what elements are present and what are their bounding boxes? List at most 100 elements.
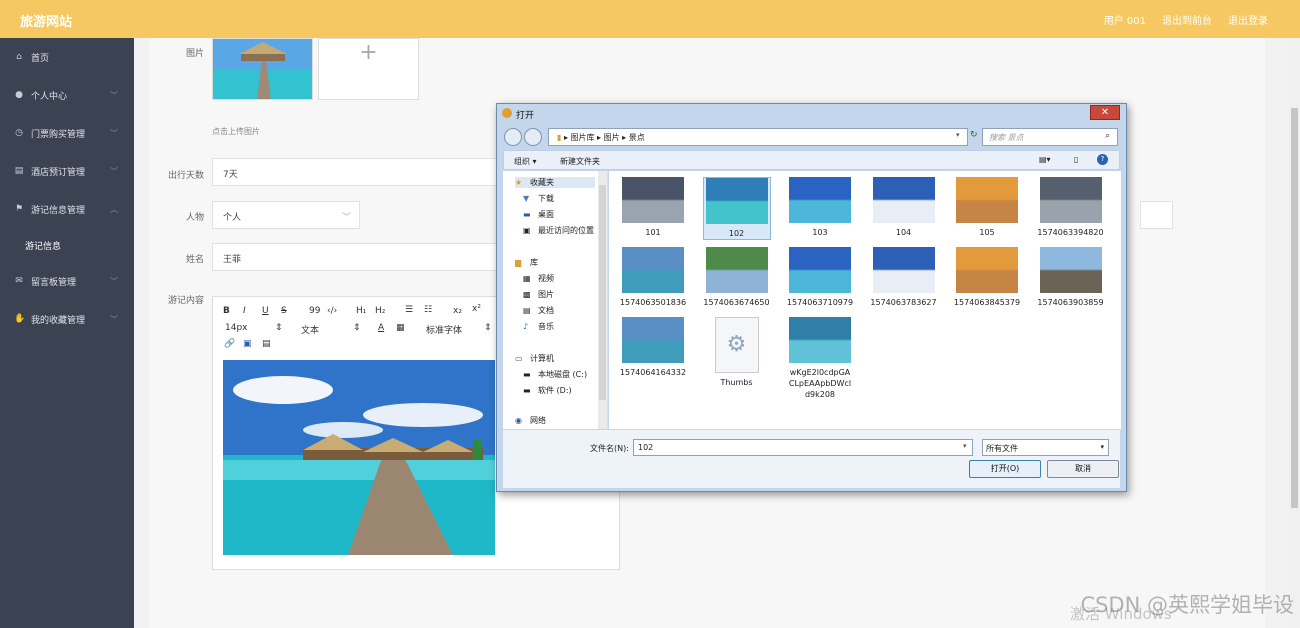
tree-downloads[interactable]: ▼ 下载 (523, 193, 554, 204)
link-icon[interactable]: 🔗 (224, 339, 235, 349)
file-item[interactable]: 104 (870, 177, 938, 238)
close-button[interactable]: ✕ (1090, 105, 1120, 120)
organize-button[interactable]: 组织 ▾ (514, 156, 537, 167)
underline-button[interactable]: U (262, 306, 269, 316)
file-item[interactable]: 1574063845379 (953, 247, 1021, 308)
tree-network[interactable]: ◉ 网络 (515, 415, 546, 426)
computer-icon: ▭ (515, 354, 523, 363)
file-item[interactable]: 101 (619, 177, 687, 238)
tree-documents[interactable]: ▤ 文档 (523, 305, 554, 316)
logout-link[interactable]: 退出登录 (1228, 12, 1268, 27)
sidebar-item-travelogue[interactable]: ⚑ 游记信息管理 ︿ (0, 190, 134, 228)
tree-videos[interactable]: ▦ 视频 (523, 273, 554, 284)
page-scrollbar-thumb[interactable] (1291, 108, 1298, 508)
view-menu-icon[interactable]: ▤▾ (1039, 155, 1051, 164)
refresh-icon[interactable]: ↻ (970, 130, 978, 140)
file-item[interactable]: 105 (953, 177, 1021, 238)
quote-button[interactable]: 99 (309, 306, 320, 316)
h1-button[interactable]: H₁ (356, 306, 366, 316)
header-select[interactable]: 文本 (301, 323, 319, 336)
sidebar-subitem-travelogue-info[interactable]: 游记信息 (0, 228, 134, 262)
chevron-down-icon: ﹀ (341, 213, 351, 223)
background-color-icon[interactable]: ▦ (396, 323, 405, 333)
tree-libraries[interactable]: ▆ 库 (515, 257, 538, 268)
code-button[interactable]: ‹/› (327, 306, 337, 316)
file-item[interactable]: 1574063674650 (703, 247, 771, 308)
site-brand[interactable]: 旅游网站 (20, 11, 72, 30)
filter-select[interactable]: 所有文件 ▾ (982, 439, 1109, 456)
side-input[interactable] (1140, 201, 1173, 229)
library-icon: ▆ (515, 258, 522, 267)
tree-recent[interactable]: ▣ 最近访问的位置 (523, 225, 594, 236)
cancel-button[interactable]: 取消 (1047, 460, 1119, 478)
days-input[interactable]: 7天 (212, 158, 502, 186)
font-family-select[interactable]: 标准字体 (426, 323, 462, 336)
clock-icon: ◷ (15, 128, 23, 138)
path-segment[interactable]: 图片 (604, 133, 620, 142)
file-item[interactable]: 103 (786, 177, 854, 238)
page-scrollbar[interactable] (1289, 38, 1300, 628)
image-insert-icon[interactable]: ▣ (243, 339, 252, 349)
open-button[interactable]: 打开(O) (969, 460, 1041, 478)
tree-desktop[interactable]: ▬ 桌面 (523, 209, 554, 220)
help-icon[interactable]: ? (1097, 154, 1108, 165)
file-item[interactable]: ⚙ Thumbs (703, 317, 771, 388)
image-thumbnail (956, 177, 1018, 223)
bold-button[interactable]: B (223, 306, 230, 316)
subscript-button[interactable]: x₂ (453, 306, 462, 316)
filename-input[interactable]: 102 (633, 439, 973, 456)
bullet-list-icon[interactable]: ☷ (424, 305, 432, 315)
chevron-down-icon[interactable]: ▾ (963, 442, 967, 450)
tree-scrollbar[interactable] (598, 171, 607, 429)
back-button[interactable] (504, 128, 522, 146)
strike-button[interactable]: S (281, 306, 287, 316)
file-item[interactable]: 1574063394820 (1037, 177, 1105, 238)
file-item[interactable]: 1574063783627 (870, 247, 938, 308)
file-item[interactable]: 1574063710979 (786, 247, 854, 308)
h2-button[interactable]: H₂ (375, 306, 385, 316)
file-item[interactable]: 1574063903859 (1037, 247, 1105, 308)
tree-favorites[interactable]: ★ 收藏夹 (515, 177, 595, 188)
path-dropdown-icon[interactable]: ▾ (956, 131, 960, 139)
sidebar-item-profile[interactable]: ● 个人中心 ﹀ (0, 76, 134, 114)
sidebar-item-home[interactable]: ⌂ 首页 (0, 38, 134, 76)
path-segment[interactable]: 图片库 (571, 133, 595, 142)
file-item[interactable]: 102 (702, 177, 771, 240)
preview-pane-icon[interactable]: ▯ (1074, 155, 1078, 164)
video-insert-icon[interactable]: ▤ (262, 339, 271, 349)
upload-add-button[interactable]: + (318, 38, 419, 100)
person-select[interactable]: 个人 ﹀ (212, 201, 360, 229)
forward-button[interactable] (524, 128, 542, 146)
tree-music[interactable]: ♪ 音乐 (523, 321, 554, 332)
filename-label: 文件名(N): (590, 444, 629, 453)
tree-pictures[interactable]: ▩ 图片 (523, 289, 554, 300)
font-size-select[interactable]: 14px (225, 323, 248, 333)
dialog-title: 打开 (516, 111, 535, 121)
name-input[interactable]: 王菲 (212, 243, 502, 271)
superscript-button[interactable]: x² (472, 304, 481, 314)
network-icon: ◉ (515, 416, 522, 425)
file-item[interactable]: 1574063501836 (619, 247, 687, 308)
sidebar-item-label: 留言板管理 (31, 277, 77, 288)
path-breadcrumb[interactable]: ▮ ▸ 图片库 ▸ 图片 ▸ 景点 (548, 128, 968, 146)
sidebar-item-label: 我的收藏管理 (31, 315, 86, 326)
font-color-icon[interactable]: A (378, 323, 384, 333)
sidebar-item-favorites[interactable]: ✋ 我的收藏管理 ﹀ (0, 300, 134, 338)
italic-button[interactable]: I (243, 306, 246, 316)
file-item[interactable]: 1574064164332 (619, 317, 687, 378)
ordered-list-icon[interactable]: ☰ (405, 305, 413, 315)
sidebar-item-hotel[interactable]: ▤ 酒店预订管理 ﹀ (0, 152, 134, 190)
tree-disk-c[interactable]: ▬ 本地磁盘 (C:) (523, 369, 587, 380)
file-item[interactable]: wKgE2l0cdpGACLpEAApbDWcld9k208 (786, 317, 854, 400)
editor-image (223, 360, 495, 555)
back-to-front-link[interactable]: 退出到前台 (1162, 12, 1212, 27)
path-segment[interactable]: 景点 (629, 133, 645, 142)
tree-computer[interactable]: ▭ 计算机 (515, 353, 554, 364)
close-icon: ✕ (1100, 107, 1110, 118)
search-input[interactable]: 搜索 景点 (982, 128, 1118, 146)
tree-disk-d[interactable]: ▬ 软件 (D:) (523, 385, 572, 396)
sidebar-item-tickets[interactable]: ◷ 门票购买管理 ﹀ (0, 114, 134, 152)
new-folder-button[interactable]: 新建文件夹 (560, 156, 600, 167)
uploaded-image-thumb[interactable] (212, 38, 313, 100)
sidebar-item-messages[interactable]: ✉ 留言板管理 ﹀ (0, 262, 134, 300)
